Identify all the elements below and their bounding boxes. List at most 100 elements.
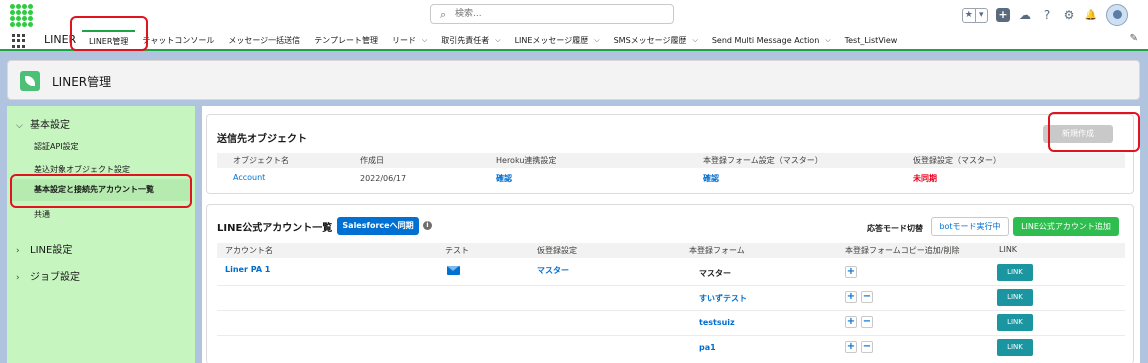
add-line-account-button[interactable]: LINE公式アカウント追加 [1013, 217, 1119, 236]
form-link[interactable]: testsuiz [699, 318, 735, 327]
column-header: 本登録フォーム [689, 246, 745, 255]
org-logo[interactable] [10, 4, 33, 27]
chevron-right-icon: › [16, 246, 20, 256]
tab-label: LINEメッセージ履歴 [514, 36, 589, 45]
mail-icon[interactable] [447, 266, 460, 275]
row-divider [217, 285, 1125, 286]
sidebar-item-common[interactable]: 共通 [34, 209, 50, 220]
tab-label: LINER管理 [89, 37, 129, 46]
tab-label: リード [391, 36, 416, 45]
global-actions-icon[interactable]: + [996, 8, 1010, 22]
chevron-down-icon[interactable]: ⌵ [594, 36, 599, 45]
bot-mode-button[interactable]: botモード実行中 [931, 217, 1009, 236]
tab-liner-admin[interactable]: LINER管理 [82, 30, 136, 51]
column-header: オブジェクト名 [233, 156, 289, 165]
add-form-copy-button[interactable]: + [845, 291, 857, 303]
tab-line-history[interactable]: LINEメッセージ履歴 ⌵ [508, 30, 607, 51]
add-form-copy-button[interactable]: + [845, 316, 857, 328]
row-divider [217, 335, 1125, 336]
tab-leads[interactable]: リード ⌵ [385, 30, 434, 51]
dest-objects-card: 送信先オブジェクト 新規作成 オブジェクト名 作成日 Heroku連携設定 本登… [206, 114, 1134, 194]
settings-sidebar: ⌵ 基本設定 認証API設定 差込対象オブジェクト設定 基本設定と接続先アカウント… [7, 106, 195, 363]
link-button[interactable]: LINK [997, 314, 1033, 331]
new-button[interactable]: 新規作成 [1043, 125, 1113, 143]
tab-label: 取引先責任者 [441, 36, 490, 45]
remove-form-copy-button[interactable]: − [861, 341, 873, 353]
star-icon[interactable]: ★ [963, 9, 975, 22]
nav-tabs: LINER管理 チャットコンソール メッセージ一括送信 テンプレート管理 リード… [82, 30, 904, 51]
column-header: 仮登録設定 [537, 246, 577, 255]
column-header: アカウント名 [225, 246, 273, 255]
add-form-copy-button[interactable]: + [845, 266, 857, 278]
app-nav-bar: LINER LINER管理 チャットコンソール メッセージ一括送信 テンプレート… [0, 30, 1148, 51]
sidebar-item-basic-accounts[interactable]: 基本設定と接続先アカウント一覧 [12, 179, 190, 201]
remove-form-copy-button[interactable]: − [861, 316, 873, 328]
section-label: LINE設定 [30, 245, 73, 256]
form-confirm-link[interactable]: 確認 [703, 173, 719, 184]
table-header: アカウント名 テスト 仮登録設定 本登録フォーム 本登録フォームコピー追加/削除… [217, 243, 1125, 258]
global-header: ⌕ ★ ▾ + ☁ ? ⚙ 🔔 [0, 0, 1148, 30]
row-divider [217, 310, 1125, 311]
sidebar-section-job[interactable]: › ジョブ設定 [16, 268, 80, 283]
add-form-copy-button[interactable]: + [845, 341, 857, 353]
form-link[interactable]: すいずテスト [699, 293, 747, 304]
salesforce-sync-button[interactable]: Salesforceへ同期 [337, 217, 419, 235]
trailhead-icon[interactable]: ☁ [1018, 8, 1032, 22]
column-header: 本登録フォーム設定（マスター） [703, 156, 823, 165]
temp-setting-link[interactable]: マスター [537, 265, 569, 276]
favorites-button[interactable]: ★ ▾ [962, 7, 988, 23]
avatar[interactable] [1106, 4, 1128, 26]
chevron-down-icon[interactable]: ⌵ [693, 36, 698, 45]
link-button[interactable]: LINK [997, 289, 1033, 306]
page-title: LINER管理 [52, 75, 112, 89]
gear-icon[interactable]: ⚙ [1062, 8, 1076, 22]
app-name: LINER [44, 33, 77, 46]
temp-status: 未同期 [913, 174, 937, 183]
tab-sms-history[interactable]: SMSメッセージ履歴 ⌵ [607, 30, 705, 51]
app-launcher-icon[interactable] [12, 34, 26, 48]
sidebar-item-auth-api[interactable]: 認証API設定 [34, 141, 79, 152]
column-header: 仮登録設定（マスター） [913, 156, 1001, 165]
tab-label: Send Multi Message Action [711, 36, 820, 45]
chevron-right-icon: › [16, 273, 20, 283]
edit-nav-icon[interactable]: ✎ [1130, 33, 1138, 44]
liner-app-icon [20, 71, 40, 91]
account-name-link[interactable]: Liner PA 1 [225, 265, 270, 274]
link-button[interactable]: LINK [997, 264, 1033, 281]
tab-contacts[interactable]: 取引先責任者 ⌵ [434, 30, 507, 51]
tab-chat-console[interactable]: チャットコンソール [135, 30, 221, 51]
remove-form-copy-button[interactable]: − [861, 291, 873, 303]
tab-label: チャットコンソール [142, 36, 215, 45]
chevron-down-icon[interactable]: ⌵ [495, 36, 500, 45]
chevron-down-icon[interactable]: ▾ [974, 8, 988, 22]
column-header: 作成日 [360, 156, 384, 165]
heroku-confirm-link[interactable]: 確認 [496, 173, 512, 184]
tab-template[interactable]: テンプレート管理 [307, 30, 385, 51]
response-mode-label: 応答モード切替 [867, 224, 923, 233]
tab-test-listview[interactable]: Test_ListView [838, 30, 905, 51]
tab-send-multi[interactable]: Send Multi Message Action ⌵ [705, 30, 838, 51]
form-name: マスター [699, 269, 731, 278]
link-button[interactable]: LINK [997, 339, 1033, 356]
tab-label: Test_ListView [844, 36, 898, 45]
info-icon[interactable]: i [423, 221, 432, 230]
search-input[interactable] [455, 7, 665, 21]
chevron-down-icon[interactable]: ⌵ [825, 36, 830, 45]
header-utility-icons: ★ ▾ + ☁ ? ⚙ 🔔 [962, 4, 1128, 26]
sidebar-section-basic[interactable]: ⌵ 基本設定 [16, 116, 70, 131]
section-label: 基本設定 [30, 120, 70, 131]
sidebar-section-line[interactable]: › LINE設定 [16, 241, 72, 256]
bell-icon[interactable]: 🔔 [1084, 10, 1098, 21]
form-link[interactable]: pa1 [699, 343, 716, 352]
table-header: オブジェクト名 作成日 Heroku連携設定 本登録フォーム設定（マスター） 仮… [217, 153, 1125, 168]
created-date: 2022/06/17 [360, 174, 407, 183]
object-name-link[interactable]: Account [233, 173, 265, 182]
card-title: LINE公式アカウント一覧 [217, 223, 333, 234]
tab-bulk-message[interactable]: メッセージ一括送信 [221, 30, 307, 51]
sidebar-item-merge-object[interactable]: 差込対象オブジェクト設定 [34, 164, 130, 175]
help-icon[interactable]: ? [1040, 8, 1054, 22]
chevron-down-icon[interactable]: ⌵ [422, 36, 427, 45]
global-search[interactable]: ⌕ [430, 4, 674, 24]
section-label: ジョブ設定 [30, 272, 80, 283]
column-header: Heroku連携設定 [496, 156, 557, 165]
